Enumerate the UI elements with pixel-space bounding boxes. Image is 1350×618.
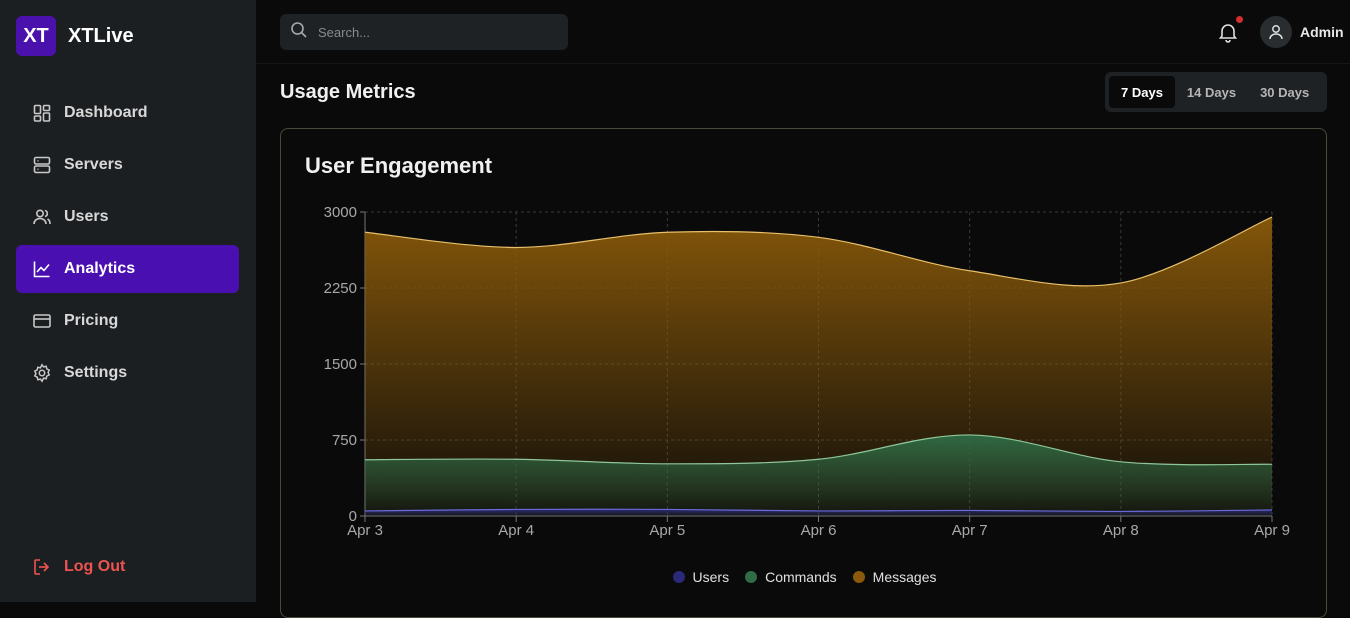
sidebar-item-servers[interactable]: Servers xyxy=(16,141,239,189)
dashboard-icon xyxy=(32,103,52,123)
x-tick-label: Apr 3 xyxy=(347,522,383,539)
logout-label: Log Out xyxy=(64,558,125,576)
sidebar-item-label: Dashboard xyxy=(64,104,148,122)
range-selector: 7 Days 14 Days 30 Days xyxy=(1105,72,1327,112)
x-tick-label: Apr 9 xyxy=(1254,522,1290,539)
range-30-days-button[interactable]: 30 Days xyxy=(1248,76,1321,108)
x-tick-label: Apr 4 xyxy=(498,522,534,539)
y-tick-label: 2250 xyxy=(324,280,357,297)
x-tick-label: Apr 8 xyxy=(1103,522,1139,539)
server-icon xyxy=(32,155,52,175)
x-tick-label: Apr 5 xyxy=(649,522,685,539)
legend-swatch xyxy=(853,571,865,583)
legend-item-messages[interactable]: Messages xyxy=(853,569,937,585)
sidebar-item-label: Users xyxy=(64,208,108,226)
legend-swatch xyxy=(745,571,757,583)
x-tick-label: Apr 7 xyxy=(952,522,988,539)
user-name[interactable]: Admin xyxy=(1300,24,1344,40)
users-icon xyxy=(32,207,52,227)
legend-swatch xyxy=(673,571,685,583)
logout-icon xyxy=(32,557,52,577)
legend-item-commands[interactable]: Commands xyxy=(745,569,837,585)
legend-label: Users xyxy=(693,569,730,585)
sidebar-item-dashboard[interactable]: Dashboard xyxy=(16,89,239,137)
chart-card: User Engagement 0750150022503000Apr 3Apr… xyxy=(280,128,1327,618)
user-icon xyxy=(1267,23,1285,41)
brand-logo: XT xyxy=(16,16,56,56)
legend-label: Messages xyxy=(873,569,937,585)
sidebar-item-analytics[interactable]: Analytics xyxy=(16,245,239,293)
notifications-button[interactable] xyxy=(1216,20,1240,44)
avatar[interactable] xyxy=(1260,16,1292,48)
gear-icon xyxy=(32,363,52,383)
area-chart: 0750150022503000Apr 3Apr 4Apr 5Apr 6Apr … xyxy=(281,129,1326,569)
sidebar-item-settings[interactable]: Settings xyxy=(16,349,239,397)
sidebar-item-label: Pricing xyxy=(64,312,118,330)
sidebar-item-pricing[interactable]: Pricing xyxy=(16,297,239,345)
y-tick-label: 1500 xyxy=(324,356,357,373)
logout-button[interactable]: Log Out xyxy=(16,543,239,591)
search-box[interactable] xyxy=(280,14,568,50)
search-icon xyxy=(290,21,308,44)
sidebar-item-label: Servers xyxy=(64,156,123,174)
page-title: Usage Metrics xyxy=(280,81,416,104)
brand[interactable]: XT XTLive xyxy=(16,16,134,56)
sidebar-item-label: Analytics xyxy=(64,260,135,278)
sidebar-nav: Dashboard Servers Users xyxy=(16,89,239,401)
brand-name: XTLive xyxy=(68,25,134,48)
credit-card-icon xyxy=(32,311,52,331)
bell-icon xyxy=(1216,20,1240,44)
search-input[interactable] xyxy=(316,24,556,41)
sidebar: XT XTLive Dashboard Servers xyxy=(0,0,256,602)
sidebar-item-label: Settings xyxy=(64,364,127,382)
y-tick-label: 750 xyxy=(332,432,357,449)
chart-legend: Users Commands Messages xyxy=(281,569,1328,585)
notification-badge xyxy=(1236,16,1243,23)
chart-line-icon xyxy=(32,259,52,279)
legend-label: Commands xyxy=(765,569,837,585)
legend-item-users[interactable]: Users xyxy=(673,569,730,585)
y-tick-label: 3000 xyxy=(324,204,357,221)
x-tick-label: Apr 6 xyxy=(801,522,837,539)
sidebar-item-users[interactable]: Users xyxy=(16,193,239,241)
range-14-days-button[interactable]: 14 Days xyxy=(1175,76,1248,108)
top-bar: Admin xyxy=(256,0,1350,64)
range-7-days-button[interactable]: 7 Days xyxy=(1109,76,1175,108)
